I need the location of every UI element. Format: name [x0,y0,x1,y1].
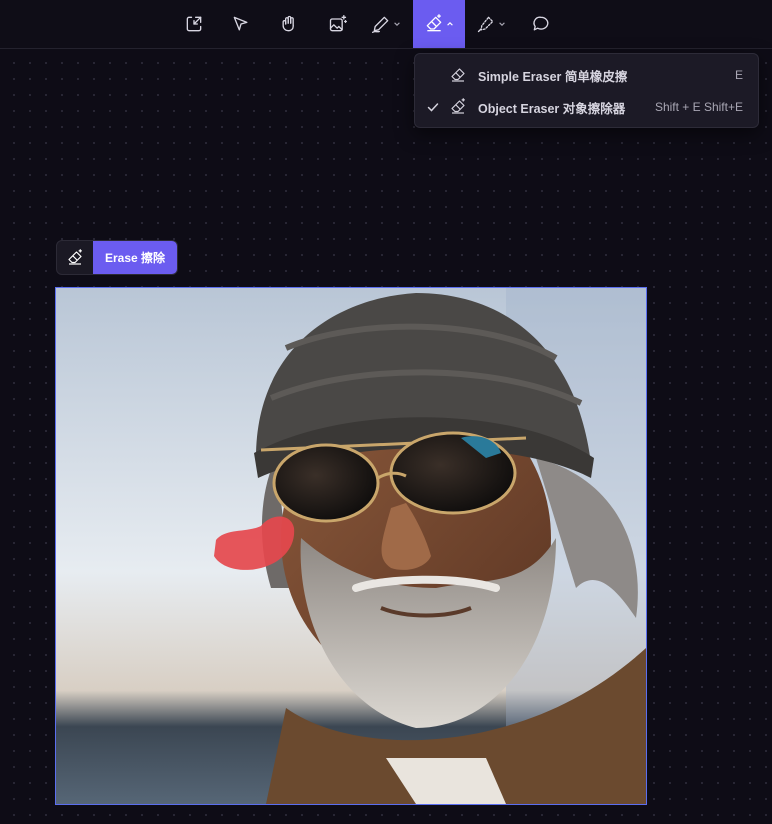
import-icon [186,16,202,32]
check-icon [427,103,439,112]
object-eraser-icon [68,248,82,265]
comment-tool-button[interactable] [529,0,553,48]
canvas-image[interactable] [55,287,647,805]
chevron-down-icon [499,22,505,26]
toolbar [0,0,772,49]
object-eraser-indicator [57,241,93,274]
ai-image-button[interactable] [326,0,350,48]
portrait-photo [56,288,646,804]
pen-tool-button[interactable] [367,0,405,48]
menu-item-shortcut: Shift + E Shift+E [654,100,743,114]
import-button[interactable] [182,0,206,48]
menu-item-label: Simple Eraser 简单橡皮擦 [478,69,628,84]
comment-icon [533,16,549,31]
menu-item-shortcut: E [734,68,743,82]
menu-item-simple-eraser[interactable]: Simple Eraser 简单橡皮擦 E [415,59,758,91]
chevron-up-icon [447,22,453,26]
menu-item-object-eraser[interactable]: Object Eraser 对象擦除器 Shift + E Shift+E [415,91,758,123]
chevron-down-icon [394,22,400,26]
ai-image-icon [329,15,347,32]
object-eraser-icon [451,98,465,114]
eraser-tool-button[interactable] [413,0,465,48]
hand-tool-button[interactable] [277,0,301,48]
eraser-icon [426,14,442,32]
select-icon [233,16,248,31]
erase-button[interactable]: Erase 擦除 [93,241,177,274]
brush-icon [477,16,494,33]
eraser-mode-menu: Simple Eraser 简单橡皮擦 E Object Eraser 对象擦除… [414,53,759,128]
select-tool-button[interactable] [229,0,253,48]
pen-icon [372,16,389,33]
hand-icon [282,15,294,32]
brush-tool-button[interactable] [472,0,510,48]
erase-action-bar: Erase 擦除 [56,240,178,275]
eraser-icon [451,68,465,82]
menu-item-label: Object Eraser 对象擦除器 [478,101,626,116]
